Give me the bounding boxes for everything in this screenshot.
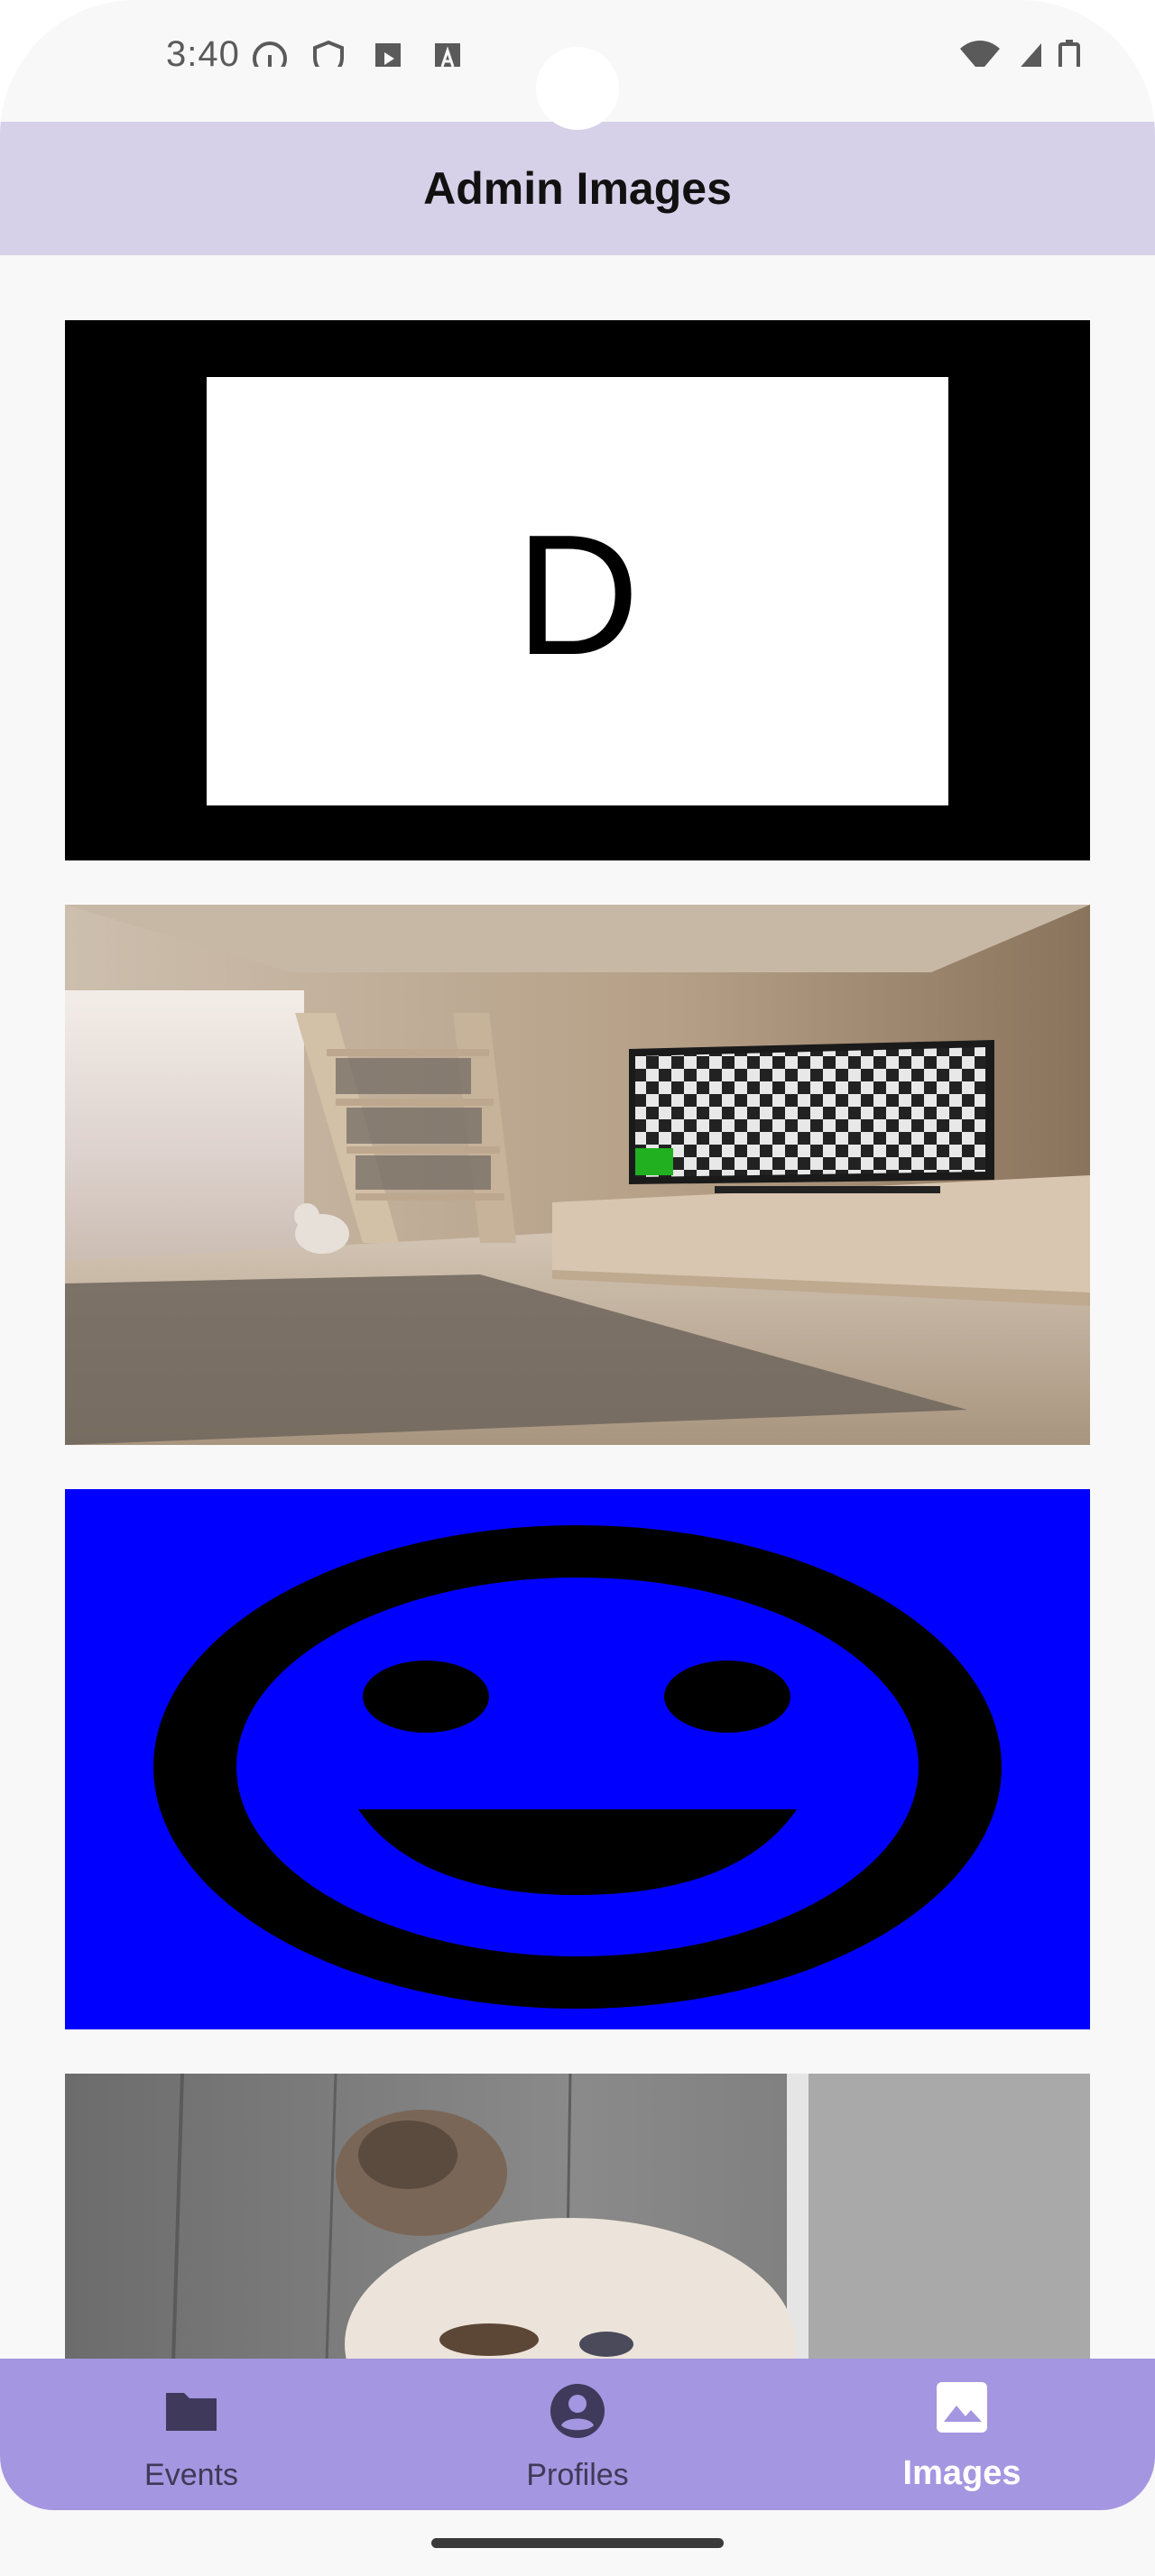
- letter-d-image[interactable]: D: [65, 320, 1090, 860]
- nav-profiles[interactable]: Profiles: [442, 2359, 713, 2510]
- camera-cutout: [536, 47, 619, 130]
- battery-icon: [1058, 40, 1081, 67]
- home-indicator[interactable]: [431, 2538, 724, 2548]
- letter-d-text: D: [515, 500, 639, 691]
- nav-profiles-label: Profiles: [526, 2458, 629, 2492]
- nav-events-label: Events: [144, 2458, 238, 2492]
- image-list[interactable]: D: [0, 255, 1155, 2359]
- app-bar: Admin Images: [0, 122, 1155, 255]
- nav-images[interactable]: Images: [827, 2359, 1097, 2510]
- smiley-face-image[interactable]: [65, 1489, 1090, 2029]
- play-store-icon: [370, 40, 406, 67]
- cat-photo-image[interactable]: [65, 2074, 1090, 2359]
- nav-events[interactable]: Events: [56, 2359, 327, 2510]
- font-a-icon: [430, 40, 466, 67]
- status-time: 3:40: [166, 34, 240, 67]
- account-circle-icon: [549, 2382, 606, 2440]
- image-icon: [933, 2378, 991, 2436]
- bottom-nav: Events Profiles Images: [0, 2359, 1155, 2510]
- nav-images-label: Images: [902, 2454, 1021, 2492]
- signal-icon: [1014, 40, 1045, 67]
- device-screen: 3:40 Admin Images D Events Profiles Imag…: [0, 0, 1155, 2576]
- info-icon: [251, 40, 289, 67]
- living-room-image[interactable]: [65, 905, 1090, 1445]
- shield-icon: [310, 40, 346, 67]
- page-title: Admin Images: [423, 163, 732, 214]
- folder-icon: [162, 2382, 220, 2440]
- wifi-icon: [958, 40, 1002, 67]
